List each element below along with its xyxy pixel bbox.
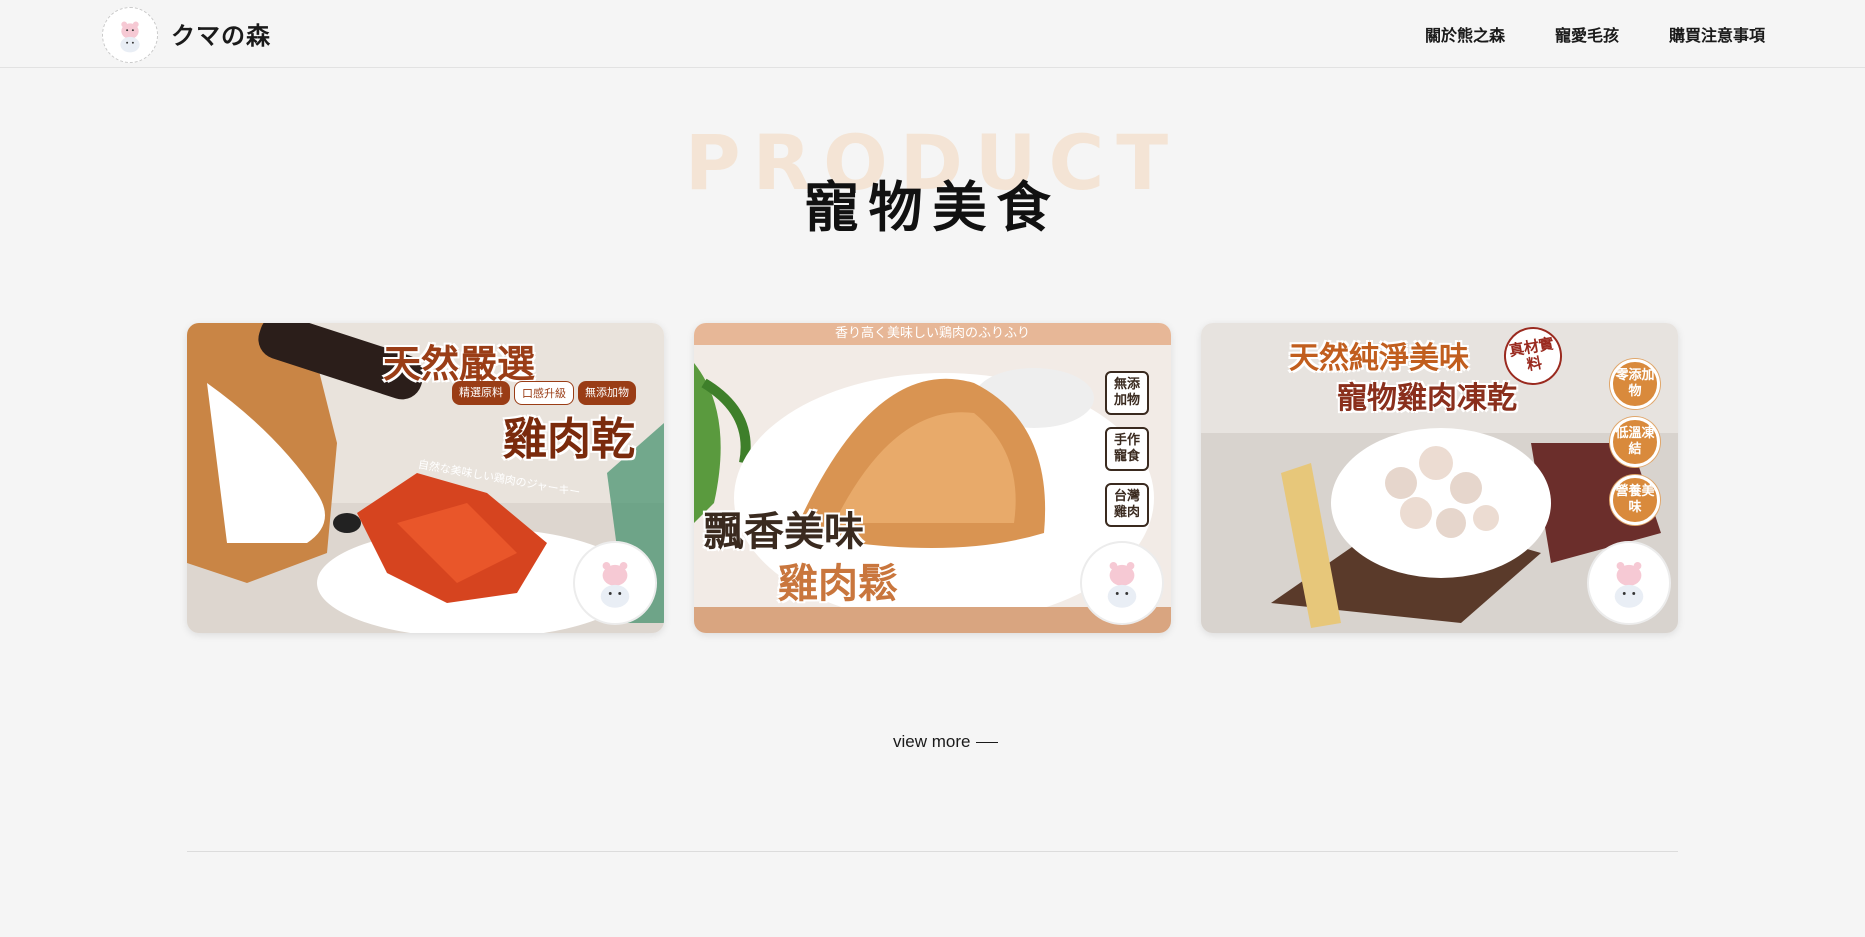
product-card-chicken-jerky[interactable]: 天然嚴選 精選原料 口感升級 無添加物 雞肉乾 自然な美味しい鶏肉のジャーキー: [187, 323, 664, 633]
arrow-line-icon: [976, 741, 999, 743]
product-card-list: 天然嚴選 精選原料 口感升級 無添加物 雞肉乾 自然な美味しい鶏肉のジャーキー: [187, 323, 1678, 633]
mascot-badge-icon: [1080, 541, 1164, 625]
card-badge: 低溫凍結: [1610, 417, 1660, 467]
card-title: 天然純淨美味: [1289, 341, 1469, 376]
card-badge: 零添加物: [1610, 359, 1660, 409]
section-title: 寵物美食: [804, 176, 1061, 239]
nav-item-about[interactable]: 關於熊之森: [1425, 22, 1505, 46]
card-tag: 無添加物: [578, 381, 636, 405]
card-badge: 無添加物: [1105, 371, 1149, 415]
card-title: 天然嚴選: [383, 342, 536, 386]
card-badge: 手作寵食: [1105, 427, 1149, 471]
brand-logo-icon[interactable]: [102, 7, 158, 63]
card-badges: 零添加物 低溫凍結 營養美味: [1610, 359, 1660, 525]
nav-item-pets[interactable]: 寵愛毛孩: [1555, 22, 1619, 46]
card-subtitle: 寵物雞肉凍乾: [1337, 381, 1517, 416]
product-card-freeze-dried-chicken[interactable]: 天然純淨美味 寵物雞肉凍乾 真材實料 零添加物 低溫凍結 營養美味: [1201, 323, 1678, 633]
brand-name[interactable]: クマの森: [171, 16, 271, 51]
card-tag: 精選原料: [452, 381, 510, 405]
nav-item-purchase-notes[interactable]: 購買注意事項: [1669, 22, 1765, 46]
view-more-link[interactable]: view more: [893, 732, 999, 752]
card-band-text: 香り高く美味しい鶏肉のふりふり: [694, 323, 1171, 345]
card-tags: 精選原料 口感升級 無添加物: [452, 381, 636, 405]
main-nav: 關於熊之森 寵愛毛孩 購買注意事項: [1425, 22, 1765, 46]
card-title: 飄香美味: [704, 509, 864, 555]
card-badge: 台灣雞肉: [1105, 483, 1149, 527]
product-card-chicken-floss[interactable]: 香り高く美味しい鶏肉のふりふり 無添加物 手作寵食 台灣雞肉 飄香美味 雞肉鬆: [694, 323, 1171, 633]
view-more-label: view more: [893, 732, 971, 751]
card-subtitle: 雞肉鬆: [778, 561, 898, 607]
mascot-badge-icon: [573, 541, 657, 625]
site-header: クマの森 關於熊之森 寵愛毛孩 購買注意事項: [0, 0, 1865, 68]
card-badges: 無添加物 手作寵食 台灣雞肉: [1105, 371, 1149, 527]
mascot-badge-icon: [1587, 541, 1671, 625]
card-badge: 營養美味: [1610, 475, 1660, 525]
card-subtitle: 雞肉乾: [503, 414, 635, 465]
card-tag: 口感升級: [514, 381, 574, 405]
section-divider: [187, 851, 1678, 852]
